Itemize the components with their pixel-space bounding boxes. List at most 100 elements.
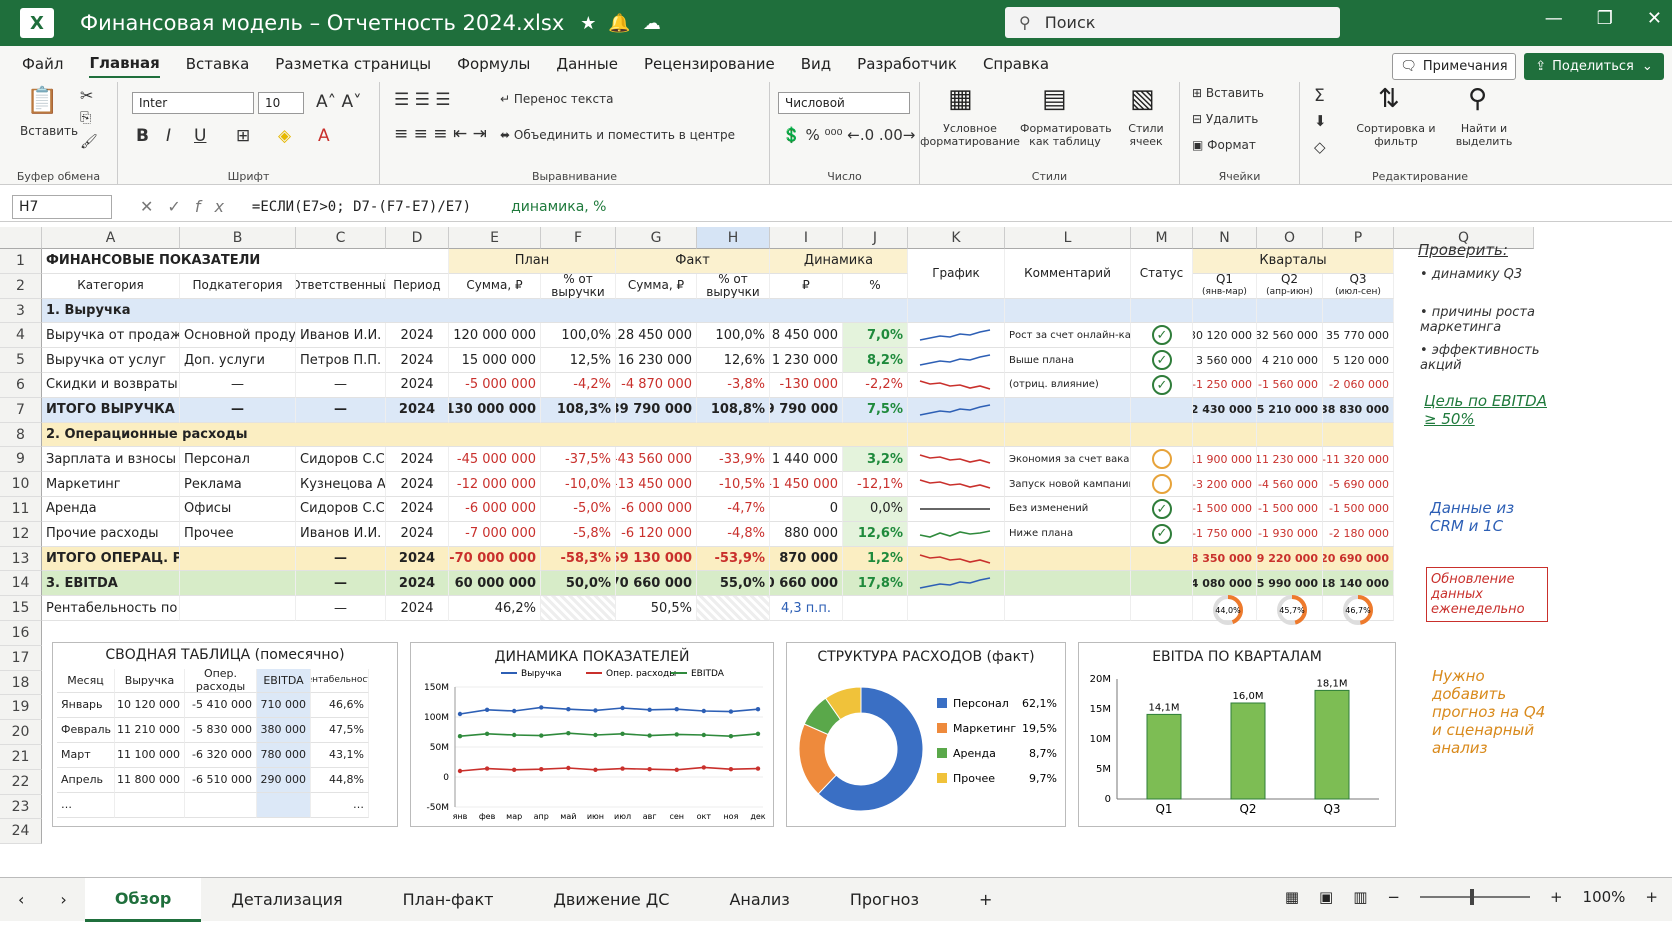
cell-B7[interactable]: — xyxy=(180,397,296,423)
zoom-out-icon[interactable]: − xyxy=(1387,888,1400,906)
conditional-format-icon[interactable]: ▦ xyxy=(948,84,973,114)
cell-H6[interactable]: -3,8% xyxy=(697,373,770,398)
bold-button[interactable]: B xyxy=(136,126,149,146)
cell-C5[interactable]: Петров П.П. xyxy=(296,348,386,373)
cell-B9[interactable]: Персонал xyxy=(180,447,296,473)
zoom-in-icon[interactable]: + xyxy=(1550,888,1563,906)
cell-N8[interactable] xyxy=(1193,422,1257,448)
column-header-O[interactable]: O xyxy=(1257,227,1323,249)
cell-I12[interactable]: 880 000 xyxy=(770,521,843,547)
cell-H13[interactable]: -53,9% xyxy=(697,546,770,572)
cut-icon[interactable]: ✂ xyxy=(80,86,93,105)
cell-F14[interactable]: 50,0% xyxy=(541,571,616,597)
font-grow-icon[interactable]: A˄ A˅ xyxy=(316,92,362,112)
cell-C12[interactable]: Иванов И.И. xyxy=(296,521,386,547)
cell-O10[interactable]: -4 560 000 xyxy=(1257,472,1323,497)
column-header-I[interactable]: I xyxy=(770,227,843,249)
format-table-icon[interactable]: ▤ xyxy=(1042,84,1067,114)
cell-I9[interactable]: 1 440 000 xyxy=(770,447,843,473)
row-header-5[interactable]: 5 xyxy=(0,348,42,373)
cell-N6[interactable]: -1 250 000 xyxy=(1193,373,1257,398)
cell-C11[interactable]: Сидоров С.С. xyxy=(296,497,386,522)
cell-H12[interactable]: -4,8% xyxy=(697,521,770,547)
cell-J9[interactable]: 3,2% xyxy=(843,447,908,473)
font-size-select[interactable]: 10 xyxy=(258,92,304,114)
cell-H10[interactable]: -10,5% xyxy=(697,472,770,497)
cell-O11[interactable]: -1 500 000 xyxy=(1257,497,1323,522)
conditional-format-button[interactable]: Условное форматирование xyxy=(920,122,1020,148)
cell-H4[interactable]: 100,0% xyxy=(697,323,770,349)
cell-G11[interactable]: -6 000 000 xyxy=(616,497,697,522)
column-header-K[interactable]: K xyxy=(908,227,1005,249)
cell-H14[interactable]: 55,0% xyxy=(697,571,770,597)
cell-P6[interactable]: -2 060 000 xyxy=(1323,373,1394,398)
cell-P13[interactable]: -20 690 000 xyxy=(1323,546,1394,572)
row-header-1[interactable]: 1 xyxy=(0,249,42,274)
table-title[interactable]: ФИНАНСОВЫЕ ПОКАЗАТЕЛИ xyxy=(42,249,449,274)
normal-view-icon[interactable]: ▦ xyxy=(1285,888,1299,906)
menu-item-3[interactable]: Разметка страницы xyxy=(275,51,431,77)
cell-B12[interactable]: Прочее xyxy=(180,521,296,547)
header-D[interactable]: Период xyxy=(386,273,449,299)
cell-D14[interactable]: 2024 xyxy=(386,571,449,597)
spreadsheet-grid[interactable]: A B C D E F G H I J K L M N O P Q 1 2 3 4 5 6 7 8 9 10 11 12 13 14 15 16… xyxy=(0,227,1672,875)
cell-E10[interactable]: -12 000 000 xyxy=(449,472,541,497)
column-header-B[interactable]: B xyxy=(180,227,296,249)
row-header-3[interactable]: 3 xyxy=(0,298,42,324)
cell-F7[interactable]: 108,3% xyxy=(541,397,616,423)
select-all-corner[interactable] xyxy=(0,227,42,249)
cell-J14[interactable]: 17,8% xyxy=(843,571,908,597)
cell-P10[interactable]: -5 690 000 xyxy=(1323,472,1394,497)
format-painter-icon[interactable]: 🖌 xyxy=(80,134,98,150)
cell-D11[interactable]: 2024 xyxy=(386,497,449,522)
comment-12[interactable]: Ниже плана xyxy=(1005,521,1131,547)
cell-B15[interactable] xyxy=(180,596,296,621)
add-icon[interactable]: + xyxy=(1645,888,1658,906)
cell-F4[interactable]: 100,0% xyxy=(541,323,616,349)
row-header-23[interactable]: 23 xyxy=(0,794,42,820)
star-icon[interactable]: ★ xyxy=(580,13,608,34)
underline-button[interactable]: U xyxy=(194,126,206,146)
row-header-13[interactable]: 13 xyxy=(0,546,42,572)
header-I[interactable]: ₽ xyxy=(770,273,843,299)
cell-E12[interactable]: -7 000 000 xyxy=(449,521,541,547)
comment-5[interactable]: Выше плана xyxy=(1005,348,1131,373)
cell-O3[interactable] xyxy=(1257,298,1323,324)
prev-sheet-icon[interactable]: ‹ xyxy=(0,878,42,922)
cell-B14[interactable] xyxy=(180,571,296,597)
cell-F5[interactable]: 12,5% xyxy=(541,348,616,373)
header-A[interactable]: Категория xyxy=(42,273,180,299)
cell-M7[interactable] xyxy=(1131,397,1193,423)
restore-icon[interactable]: ❐ xyxy=(1597,8,1613,29)
cell-B6[interactable]: — xyxy=(180,373,296,398)
comment-14[interactable] xyxy=(1005,571,1131,597)
cell-N13[interactable]: -18 350 000 xyxy=(1193,546,1257,572)
row-header-21[interactable]: 21 xyxy=(0,745,42,770)
cell-K15[interactable] xyxy=(908,596,1005,621)
merge-center-button[interactable]: ⬌ Объединить и поместить в центре xyxy=(500,128,735,142)
header-E[interactable]: Сумма, ₽ xyxy=(449,273,541,299)
cell-J11[interactable]: 0,0% xyxy=(843,497,908,522)
share-button[interactable]: ⇪ Поделиться ⌄ xyxy=(1524,53,1664,80)
menu-item-0[interactable]: Файл xyxy=(22,51,63,77)
cell-I11[interactable]: 0 xyxy=(770,497,843,522)
section-3[interactable]: 1. Выручка xyxy=(42,298,908,324)
cell-F13[interactable]: -58,3% xyxy=(541,546,616,572)
cell-E5[interactable]: 15 000 000 xyxy=(449,348,541,373)
cell-F11[interactable]: -5,0% xyxy=(541,497,616,522)
cell-G14[interactable]: 70 660 000 xyxy=(616,571,697,597)
menu-item-4[interactable]: Формулы xyxy=(457,51,530,77)
hatched-F15[interactable] xyxy=(541,596,616,621)
cell-A7[interactable]: ИТОГО ВЫРУЧКА xyxy=(42,397,180,423)
row-header-24[interactable]: 24 xyxy=(0,819,42,845)
paste-icon[interactable]: 📋 xyxy=(26,86,58,116)
italic-button[interactable]: I xyxy=(166,126,171,146)
align-top-icon[interactable]: ☰ ☰ ☰ xyxy=(394,90,451,110)
cell-A5[interactable]: Выручка от услуг xyxy=(42,348,180,373)
cell-B13[interactable] xyxy=(180,546,296,572)
cell-I4[interactable]: 8 450 000 xyxy=(770,323,843,349)
cell-P3[interactable] xyxy=(1323,298,1394,324)
cell-G9[interactable]: -43 560 000 xyxy=(616,447,697,473)
cell-E7[interactable]: 130 000 000 xyxy=(449,397,541,423)
menu-item-6[interactable]: Рецензирование xyxy=(644,51,775,77)
